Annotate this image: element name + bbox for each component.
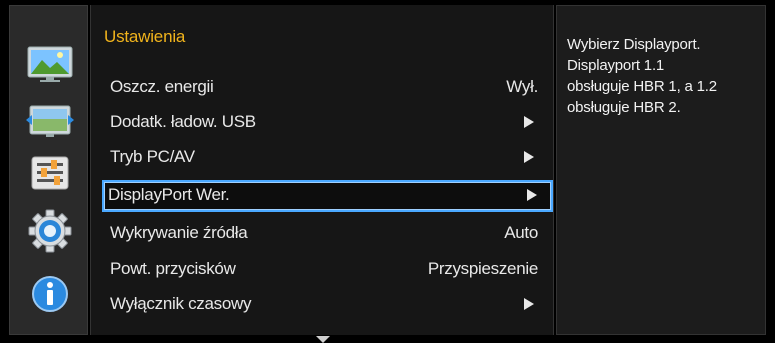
system-sliders-icon[interactable]: [24, 153, 76, 193]
chevron-right-icon: [524, 151, 534, 163]
menu-item-power-saving[interactable]: Oszcz. energii Wył.: [104, 72, 550, 102]
menu-item-label: Wyłącznik czasowy: [110, 294, 252, 313]
chevron-right-icon: [524, 298, 534, 310]
menu-item-value: Przyspieszenie: [427, 259, 538, 278]
menu-item-label: Oszcz. energii: [110, 77, 214, 96]
information-icon[interactable]: [24, 274, 76, 314]
monitor-osd: Ustawienia Oszcz. energii Wył. Dodatk. ł…: [0, 0, 775, 343]
menu-item-value: Auto: [504, 223, 538, 242]
position-icon[interactable]: [24, 101, 76, 141]
menu-item-label: Dodatk. ładow. USB: [110, 112, 256, 131]
menu-title: Ustawienia: [104, 27, 186, 46]
menu-item-label: DisplayPort Wer.: [108, 185, 230, 204]
menu-item-usb-charging[interactable]: Dodatk. ładow. USB: [104, 107, 550, 137]
menu-item-pc-av-mode[interactable]: Tryb PC/AV: [104, 142, 550, 172]
menu-item-label: Powt. przycisków: [110, 259, 236, 278]
menu-item-label: Tryb PC/AV: [110, 147, 195, 166]
sidebar-icon-rail: [9, 5, 88, 335]
help-panel: Wybierz Displayport. Displayport 1.1 obs…: [556, 5, 766, 335]
menu-item-source-detection[interactable]: Wykrywanie źródła Auto: [104, 218, 550, 248]
chevron-right-icon: [524, 116, 534, 128]
help-text: Wybierz Displayport. Displayport 1.1 obs…: [567, 36, 717, 116]
menu-item-displayport-version[interactable]: DisplayPort Wer.: [102, 180, 553, 212]
menu-item-label: Wykrywanie źródła: [110, 223, 248, 242]
settings-menu: Ustawienia Oszcz. energii Wył. Dodatk. ł…: [90, 5, 554, 335]
menu-item-value: Wył.: [506, 77, 538, 96]
menu-item-key-repeat[interactable]: Powt. przycisków Przyspieszenie: [104, 254, 550, 284]
settings-gear-icon[interactable]: [24, 209, 76, 253]
menu-item-off-timer[interactable]: Wyłącznik czasowy: [104, 289, 550, 319]
scroll-down-indicator-icon[interactable]: [316, 336, 330, 343]
chevron-right-icon: [527, 189, 537, 201]
picture-icon[interactable]: [24, 44, 76, 84]
